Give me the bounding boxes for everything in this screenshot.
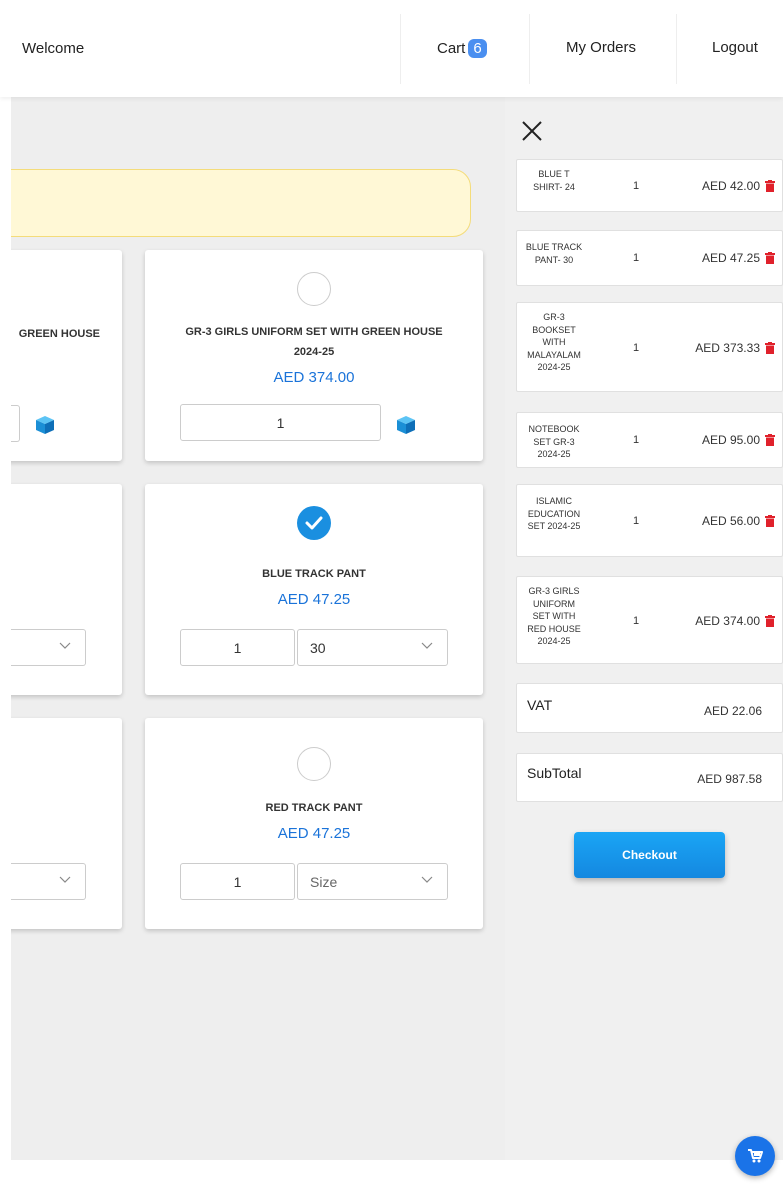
- chevron-down-icon: [59, 642, 71, 649]
- product-price: AED 374.00: [273, 369, 355, 386]
- product-card: [11, 484, 122, 695]
- cart-link[interactable]: Cart 6: [437, 39, 487, 58]
- product-title: GR-3 GIRLS UNIFORM SET WITH GREEN HOUSE: [185, 326, 443, 338]
- cart-item-price: AED 95.00: [701, 433, 760, 447]
- cube-icon[interactable]: [34, 414, 56, 436]
- size-select[interactable]: 30: [297, 629, 448, 666]
- trash-icon[interactable]: [765, 434, 775, 446]
- cart-item-price: AED 373.33: [695, 341, 760, 355]
- product-title: BLUE TRACK PANT: [262, 568, 366, 580]
- cart-item: BLUE TRACK PANT- 30 1 AED 47.25: [516, 230, 783, 286]
- quantity-input[interactable]: 1: [180, 629, 295, 666]
- size-select[interactable]: Size: [297, 863, 448, 900]
- cart-item-name: GR-3 GIRLS UNIFORM SET WITH RED HOUSE 20…: [527, 586, 581, 646]
- cart-count-badge: 6: [468, 39, 487, 58]
- cart-icon: [748, 1149, 763, 1163]
- size-select[interactable]: [11, 863, 86, 900]
- product-card: GR-3 GIRLS UNIFORM SET WITH GREEN HOUSE …: [145, 250, 483, 461]
- cart-item-name: GR-3 BOOKSET WITH MALAYALAM 2024-25: [527, 312, 581, 372]
- quantity-input[interactable]: 1: [180, 404, 381, 441]
- cube-icon[interactable]: [395, 414, 417, 436]
- floating-cart-button[interactable]: [735, 1136, 775, 1176]
- size-select[interactable]: [11, 629, 86, 666]
- cart-item-price: AED 42.00: [701, 179, 760, 193]
- cart-item-qty: 1: [633, 252, 640, 264]
- top-navbar: Welcome Cart 6 My Orders Logout: [0, 0, 783, 97]
- quantity-input[interactable]: 1: [180, 863, 295, 900]
- vat-row: VAT AED 22.06: [516, 683, 783, 733]
- cart-item: ISLAMIC EDUCATION SET 2024-25 1 AED 56.0…: [516, 484, 783, 557]
- vat-label: VAT: [527, 697, 553, 713]
- size-select-value: 30: [310, 639, 326, 656]
- trash-icon[interactable]: [765, 342, 775, 354]
- cart-item: GR-3 BOOKSET WITH MALAYALAM 2024-25 1 AE…: [516, 302, 783, 392]
- subtotal-label: SubTotal: [527, 765, 582, 781]
- select-radio[interactable]: [297, 747, 331, 781]
- trash-icon[interactable]: [765, 180, 775, 192]
- product-price: AED 47.25: [277, 825, 351, 842]
- product-card: [11, 718, 122, 929]
- cart-item-name: BLUE T SHIRT- 24: [533, 169, 575, 192]
- cart-item-qty: 1: [633, 515, 640, 527]
- product-card: GREEN HOUSE: [11, 250, 122, 461]
- cart-item: GR-3 GIRLS UNIFORM SET WITH RED HOUSE 20…: [516, 576, 783, 664]
- cart-item-qty: 1: [633, 342, 640, 354]
- chevron-down-icon: [421, 642, 433, 649]
- cart-item-qty: 1: [633, 434, 640, 446]
- cart-item-price: AED 374.00: [695, 614, 760, 628]
- product-card: BLUE TRACK PANT AED 47.25 1 30: [145, 484, 483, 695]
- nav-divider: [676, 14, 677, 84]
- product-price: AED 47.25: [277, 591, 351, 608]
- check-icon: [305, 516, 323, 530]
- cart-item-name: BLUE TRACK PANT- 30: [525, 242, 583, 265]
- product-area: GREEN HOUSE GR-3 GIRLS UNIFORM SET WITH …: [11, 97, 505, 1160]
- trash-icon[interactable]: [765, 615, 775, 627]
- nav-divider: [529, 14, 530, 84]
- quantity-input[interactable]: [11, 405, 20, 442]
- trash-icon[interactable]: [765, 252, 775, 264]
- cart-item-qty: 1: [633, 615, 640, 627]
- cart-item: BLUE T SHIRT- 24 1 AED 42.00: [516, 159, 783, 212]
- trash-icon[interactable]: [765, 515, 775, 527]
- chevron-down-icon: [421, 876, 433, 883]
- welcome-text: Welcome: [22, 40, 85, 57]
- my-orders-link[interactable]: My Orders: [566, 39, 636, 56]
- vat-value: AED 22.06: [703, 704, 762, 718]
- product-title: RED TRACK PANT: [265, 802, 363, 814]
- cart-item-price: AED 56.00: [701, 514, 760, 528]
- logout-link[interactable]: Logout: [712, 39, 758, 56]
- product-card: RED TRACK PANT AED 47.25 1 Size: [145, 718, 483, 929]
- cart-label: Cart: [437, 40, 466, 57]
- cart-item-qty: 1: [633, 180, 640, 192]
- cart-item: NOTEBOOK SET GR-3 2024-25 1 AED 95.00: [516, 412, 783, 468]
- cart-item-name: NOTEBOOK SET GR-3 2024-25: [528, 424, 580, 459]
- cart-item-name: ISLAMIC EDUCATION SET 2024-25: [527, 496, 581, 531]
- close-icon[interactable]: [521, 120, 543, 142]
- chevron-down-icon: [59, 876, 71, 883]
- product-title-line2: 2024-25: [293, 346, 335, 358]
- notice-banner: [11, 169, 471, 237]
- nav-divider: [400, 14, 401, 84]
- subtotal-row: SubTotal AED 987.58: [516, 753, 783, 802]
- checkout-button[interactable]: Checkout: [574, 832, 725, 878]
- select-radio[interactable]: [297, 272, 331, 306]
- cart-sidebar: BLUE T SHIRT- 24 1 AED 42.00 BLUE TRACK …: [505, 97, 783, 1160]
- select-radio-checked[interactable]: [297, 506, 331, 540]
- size-select-value: Size: [310, 873, 338, 890]
- cart-item-price: AED 47.25: [701, 251, 760, 265]
- product-title: GREEN HOUSE: [18, 328, 100, 340]
- subtotal-value: AED 987.58: [697, 772, 762, 786]
